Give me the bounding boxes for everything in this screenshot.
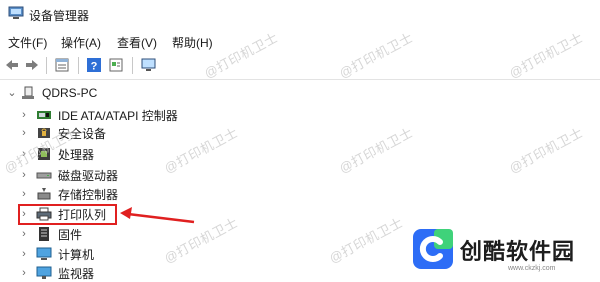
watermark: @打印机卫士 bbox=[506, 124, 586, 177]
chevron-right-icon[interactable]: › bbox=[18, 109, 30, 121]
disk-drive-icon bbox=[36, 172, 52, 179]
toolbar-divider bbox=[0, 79, 600, 80]
toolbar-separator bbox=[132, 57, 133, 74]
menu-file[interactable]: 文件(F) bbox=[8, 34, 47, 51]
watermark: @打印机卫士 bbox=[326, 214, 406, 267]
scan-hardware-icon[interactable] bbox=[141, 57, 157, 73]
storage-controller-icon bbox=[37, 188, 51, 200]
chevron-down-icon[interactable]: ⌄ bbox=[6, 87, 18, 99]
back-icon[interactable] bbox=[4, 57, 20, 73]
title-bar: 设备管理器 bbox=[0, 0, 600, 28]
svg-text:?: ? bbox=[91, 61, 98, 73]
watermark: @打印机卫士 bbox=[161, 124, 241, 177]
chevron-right-icon[interactable]: › bbox=[18, 188, 30, 200]
menu-view[interactable]: 查看(V) bbox=[117, 34, 157, 51]
monitor-icon bbox=[36, 266, 52, 279]
brand-url: www.ckzkj.com bbox=[508, 265, 556, 272]
tree-item-firmware[interactable]: › 固件 bbox=[18, 225, 82, 243]
ide-controller-icon bbox=[37, 111, 51, 119]
chevron-right-icon[interactable]: › bbox=[18, 248, 30, 260]
brand-logo: 创酷软件园 www.ckzkj.com bbox=[412, 226, 590, 276]
chevron-right-icon[interactable]: › bbox=[18, 267, 30, 279]
menu-action[interactable]: 操作(A) bbox=[61, 34, 101, 51]
tree-item-label: 监视器 bbox=[58, 266, 95, 281]
toolbar-separator bbox=[46, 57, 47, 74]
tree-root-label: QDRS-PC bbox=[42, 86, 98, 100]
menu-help[interactable]: 帮助(H) bbox=[172, 34, 213, 51]
tree-item-ide[interactable]: › IDE ATA/ATAPI 控制器 bbox=[18, 106, 178, 124]
properties-icon[interactable] bbox=[54, 57, 70, 73]
computer-root-icon bbox=[22, 86, 34, 99]
update-driver-icon[interactable] bbox=[108, 57, 124, 73]
device-manager-icon bbox=[8, 6, 24, 19]
menu-bar: 文件(F) 操作(A) 查看(V) 帮助(H) bbox=[0, 32, 600, 52]
tree-item-computer[interactable]: › 计算机 bbox=[18, 245, 94, 263]
tree-item-label: 磁盘驱动器 bbox=[58, 168, 119, 183]
chevron-right-icon[interactable]: › bbox=[18, 127, 30, 139]
chevron-right-icon[interactable]: › bbox=[18, 228, 30, 240]
brand-name: 创酷软件园 bbox=[460, 239, 576, 264]
window-title: 设备管理器 bbox=[29, 9, 90, 23]
tree-item-disk[interactable]: › 磁盘驱动器 bbox=[18, 166, 118, 184]
tree-item-label: IDE ATA/ATAPI 控制器 bbox=[58, 108, 178, 123]
tree-item-label: 计算机 bbox=[58, 247, 95, 262]
toolbar-separator bbox=[78, 57, 79, 74]
tree-item-label: 存储控制器 bbox=[58, 187, 119, 202]
tree-root[interactable]: ⌄ QDRS-PC bbox=[6, 84, 97, 102]
firmware-icon bbox=[39, 227, 49, 241]
tree-item-label: 固件 bbox=[58, 227, 83, 242]
brand-logo-icon bbox=[413, 229, 453, 269]
tree-item-monitor[interactable]: › 监视器 bbox=[18, 264, 94, 282]
watermark: @打印机卫士 bbox=[336, 124, 416, 177]
tree-item-storage[interactable]: › 存储控制器 bbox=[18, 185, 118, 203]
help-icon[interactable]: ? bbox=[86, 57, 102, 73]
highlight-box bbox=[18, 204, 117, 225]
computer-icon bbox=[36, 247, 52, 260]
arrow-icon bbox=[120, 207, 195, 224]
forward-icon[interactable] bbox=[24, 57, 40, 73]
